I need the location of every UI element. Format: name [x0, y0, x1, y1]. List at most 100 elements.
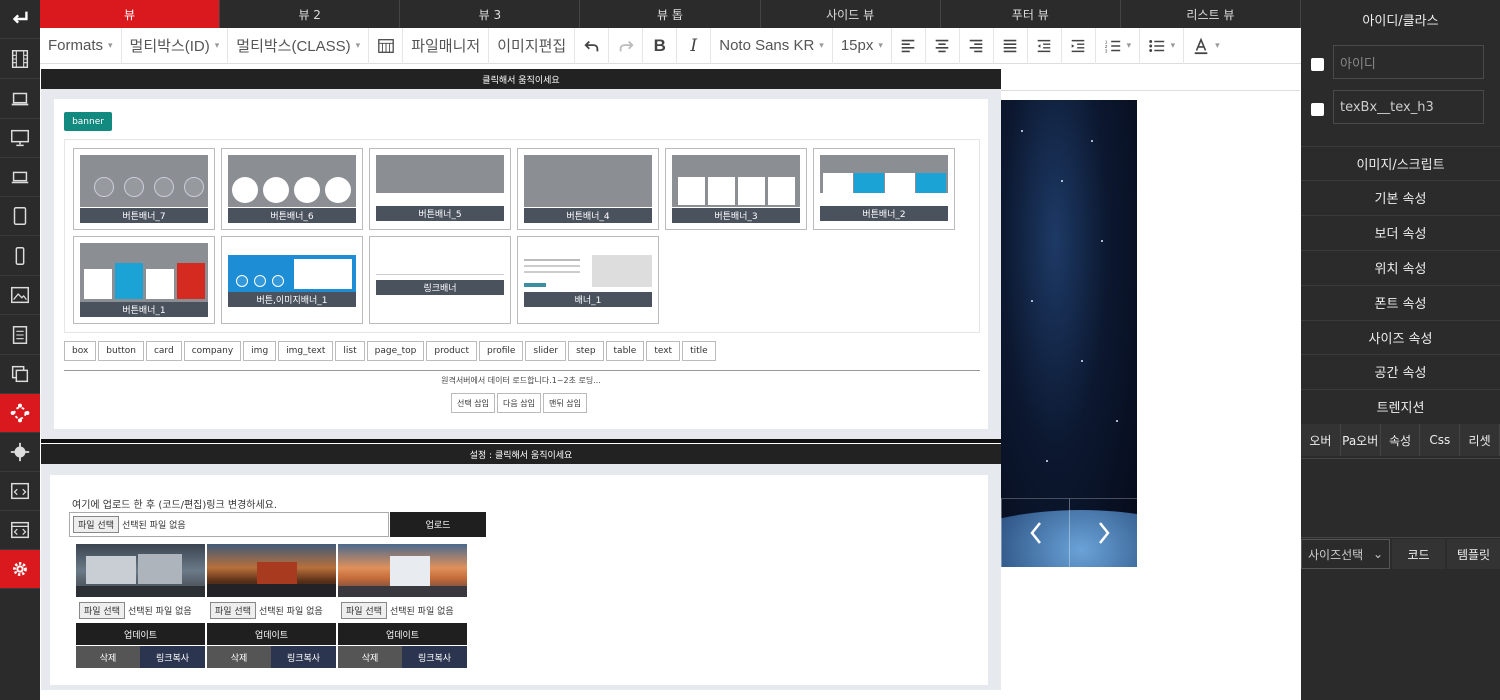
- slider-prev-button[interactable]: [1001, 498, 1069, 567]
- align-center-icon[interactable]: [926, 27, 960, 64]
- file-input[interactable]: 파일 선택 선택된 파일 없음: [76, 598, 205, 623]
- thumb-button-banner-7[interactable]: 버튼배너_7: [73, 148, 215, 230]
- file-input[interactable]: 파일 선택 선택된 파일 없음: [69, 512, 389, 537]
- align-left-icon[interactable]: [892, 27, 926, 64]
- thumb-banner-1[interactable]: 배너_1: [517, 236, 659, 324]
- upload-button[interactable]: 업로드: [390, 512, 486, 537]
- insert-last-button[interactable]: 맨뒤 삽입: [542, 393, 587, 413]
- tab-view-2[interactable]: 뷰 2: [220, 0, 401, 28]
- template-button[interactable]: 템플릿: [1447, 539, 1500, 569]
- delete-button[interactable]: 삭제: [207, 646, 271, 668]
- italic-icon[interactable]: I: [677, 27, 712, 64]
- category-profile[interactable]: profile: [478, 341, 524, 361]
- update-button[interactable]: 업데이트: [76, 623, 205, 645]
- tab-view-3[interactable]: 뷰 3: [400, 0, 581, 28]
- size-select[interactable]: 사이즈선택 ⌄: [1301, 539, 1390, 569]
- category-box[interactable]: box: [64, 341, 97, 361]
- id-input[interactable]: 아이디: [1333, 45, 1484, 79]
- section-size-props[interactable]: 사이즈 속성: [1301, 320, 1500, 354]
- image-icon[interactable]: [0, 276, 40, 315]
- code-browser-icon[interactable]: [0, 511, 40, 550]
- thumb-link-banner[interactable]: 링크배너: [369, 236, 511, 324]
- move-arrows-icon[interactable]: [0, 394, 40, 433]
- laptop-icon[interactable]: [0, 80, 40, 119]
- copy-link-button[interactable]: 링크복사: [402, 646, 467, 668]
- tab-side-view[interactable]: 사이드 뷰: [761, 0, 941, 28]
- font-family-dropdown[interactable]: Noto Sans KR ▾: [711, 27, 833, 64]
- copy-icon[interactable]: [0, 355, 40, 394]
- hover-button[interactable]: 오버: [1301, 424, 1341, 456]
- file-select-button[interactable]: 파일 선택: [210, 602, 256, 619]
- section-position-props[interactable]: 위치 속성: [1301, 250, 1500, 284]
- copy-link-button[interactable]: 링크복사: [140, 646, 205, 668]
- class-input[interactable]: texBx__tex_h3: [1333, 90, 1484, 124]
- image-edit-button[interactable]: 이미지편집: [489, 27, 576, 64]
- align-justify-icon[interactable]: [994, 27, 1028, 64]
- insert-selected-button[interactable]: 선택 삽입: [451, 393, 495, 413]
- category-button[interactable]: button: [98, 341, 144, 361]
- thumb-button-banner-1[interactable]: 버튼배너_1: [73, 236, 215, 324]
- indent-icon[interactable]: [1062, 27, 1096, 64]
- banner-tag[interactable]: banner: [64, 112, 112, 131]
- panel2-titlebar[interactable]: 설정 : 클릭해서 움직이세요: [41, 444, 1001, 464]
- category-title[interactable]: title: [682, 341, 716, 361]
- css-textarea[interactable]: [1301, 458, 1500, 538]
- panel1-titlebar[interactable]: 클릭해서 움직이세요: [41, 69, 1001, 90]
- crosshair-icon[interactable]: [0, 433, 40, 472]
- text-color-icon[interactable]: ▾: [1184, 28, 1228, 64]
- code-window-icon[interactable]: [0, 472, 40, 511]
- tab-footer-view[interactable]: 푸터 뷰: [941, 0, 1121, 28]
- delete-button[interactable]: 삭제: [338, 646, 402, 668]
- code-button[interactable]: 코드: [1392, 539, 1445, 569]
- bullet-list-icon[interactable]: ▾: [1140, 27, 1184, 64]
- file-input[interactable]: 파일 선택 선택된 파일 없음: [338, 598, 467, 623]
- category-list[interactable]: list: [335, 341, 365, 361]
- category-text[interactable]: text: [646, 341, 681, 361]
- film-icon[interactable]: [0, 40, 40, 79]
- tab-view[interactable]: 뷰: [40, 0, 221, 28]
- enter-icon[interactable]: [0, 0, 40, 39]
- font-size-dropdown[interactable]: 15px ▾: [833, 27, 892, 64]
- phone-icon[interactable]: [0, 237, 40, 276]
- redo-icon[interactable]: [609, 27, 644, 64]
- category-card[interactable]: card: [145, 341, 182, 361]
- class-checkbox[interactable]: [1311, 103, 1324, 116]
- category-img[interactable]: img: [243, 341, 277, 361]
- copy-link-button[interactable]: 링크복사: [271, 646, 336, 668]
- category-table[interactable]: table: [605, 341, 645, 361]
- section-space-props[interactable]: 공간 속성: [1301, 354, 1500, 388]
- category-company[interactable]: company: [183, 341, 242, 361]
- numbered-list-icon[interactable]: 1 2 3 ▾: [1096, 27, 1140, 64]
- thumb-button-banner-4[interactable]: 버튼배너_4: [517, 148, 659, 230]
- thumb-button-banner-6[interactable]: 버튼배너_6: [221, 148, 363, 230]
- laptop-small-icon[interactable]: [0, 158, 40, 197]
- insert-next-button[interactable]: 다음 삽입: [496, 393, 541, 413]
- multibox-class-dropdown[interactable]: 멀티박스(CLASS) ▾: [228, 27, 370, 64]
- thumb-button-image-banner-1[interactable]: 버튼,이미지배너_1: [221, 236, 363, 324]
- parent-hover-button[interactable]: Pa오버: [1340, 424, 1381, 456]
- section-font-props[interactable]: 폰트 속성: [1301, 285, 1500, 319]
- undo-icon[interactable]: [575, 27, 610, 64]
- file-manager-button[interactable]: 파일매니저: [403, 27, 490, 64]
- section-image-script[interactable]: 이미지/스크립트: [1301, 146, 1500, 180]
- align-right-icon[interactable]: [960, 27, 994, 64]
- file-select-button[interactable]: 파일 선택: [73, 516, 119, 533]
- multibox-id-dropdown[interactable]: 멀티박스(ID) ▾: [122, 27, 229, 64]
- grid-icon[interactable]: [369, 27, 404, 64]
- section-transition[interactable]: 트렌지션: [1301, 389, 1500, 423]
- outdent-icon[interactable]: [1028, 27, 1062, 64]
- file-input[interactable]: 파일 선택 선택된 파일 없음: [207, 598, 336, 623]
- file-select-button[interactable]: 파일 선택: [341, 602, 387, 619]
- id-checkbox[interactable]: [1311, 58, 1324, 71]
- file-select-button[interactable]: 파일 선택: [79, 602, 125, 619]
- update-button[interactable]: 업데이트: [338, 623, 467, 645]
- tablet-icon[interactable]: [0, 197, 40, 236]
- monitor-icon[interactable]: [0, 119, 40, 158]
- tab-list-view[interactable]: 리스트 뷰: [1121, 0, 1301, 28]
- delete-button[interactable]: 삭제: [76, 646, 140, 668]
- thumb-button-banner-3[interactable]: 버튼배너_3: [665, 148, 807, 230]
- thumb-button-banner-2[interactable]: 버튼배너_2: [813, 148, 955, 230]
- category-slider[interactable]: slider: [525, 341, 567, 361]
- page-icon[interactable]: [0, 316, 40, 355]
- gear-icon[interactable]: [0, 550, 40, 589]
